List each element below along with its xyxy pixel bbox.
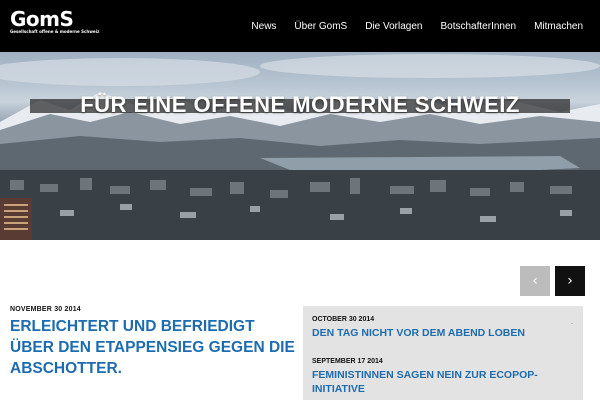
post-title-link[interactable]: Feministinnen sagen Nein zur Ecopop-Init…: [312, 368, 572, 396]
chevron-right-icon: ›: [567, 273, 573, 289]
hero-banner: FÜR EINE OFFENE MODERNE SCHWEIZ: [0, 52, 600, 240]
chevron-left-icon: ‹: [532, 273, 538, 289]
nav-item-mitmachen[interactable]: Mitmachen: [534, 21, 583, 32]
logo[interactable]: GomS Gesellschaft offene & moderne Schwe…: [10, 9, 99, 34]
post-title-link[interactable]: Den Tag nicht vor dem Abend loben: [312, 326, 572, 340]
main-nav: News Über GomS Die Vorlagen BotschafterI…: [251, 0, 600, 52]
hero-title: FÜR EINE OFFENE MODERNE SCHWEIZ: [80, 92, 520, 117]
list-item: OCTOBER 30 2014 Den Tag nicht vor dem Ab…: [312, 316, 572, 340]
logo-text: GomS: [10, 7, 74, 31]
site-header: GomS Gesellschaft offene & moderne Schwe…: [0, 0, 600, 52]
post-date: OCTOBER 30 2014: [312, 316, 375, 323]
hero-cityscape-image: [0, 54, 600, 240]
featured-post-date: NOVEMBER 30 2014: [10, 306, 81, 313]
nav-item-news[interactable]: News: [251, 21, 276, 32]
nav-item-about[interactable]: Über GomS: [294, 21, 347, 32]
featured-post: NOVEMBER 30 2014 Erleichtert und befried…: [10, 306, 295, 379]
recent-posts-panel: · OCTOBER 30 2014 Den Tag nicht vor dem …: [303, 306, 583, 400]
featured-post-title[interactable]: Erleichtert und befriedigt über den Etap…: [10, 316, 295, 379]
carousel-next-button[interactable]: ›: [555, 266, 585, 296]
nav-item-vorlagen[interactable]: Die Vorlagen: [365, 21, 422, 32]
list-item: SEPTEMBER 17 2014 Feministinnen sagen Ne…: [312, 358, 572, 396]
carousel-prev-button[interactable]: ‹: [520, 266, 550, 296]
logo-tagline: Gesellschaft offene & moderne Schweiz: [10, 29, 100, 34]
post-date: SEPTEMBER 17 2014: [312, 358, 383, 365]
nav-item-botschafter[interactable]: BotschafterInnen: [440, 21, 516, 32]
